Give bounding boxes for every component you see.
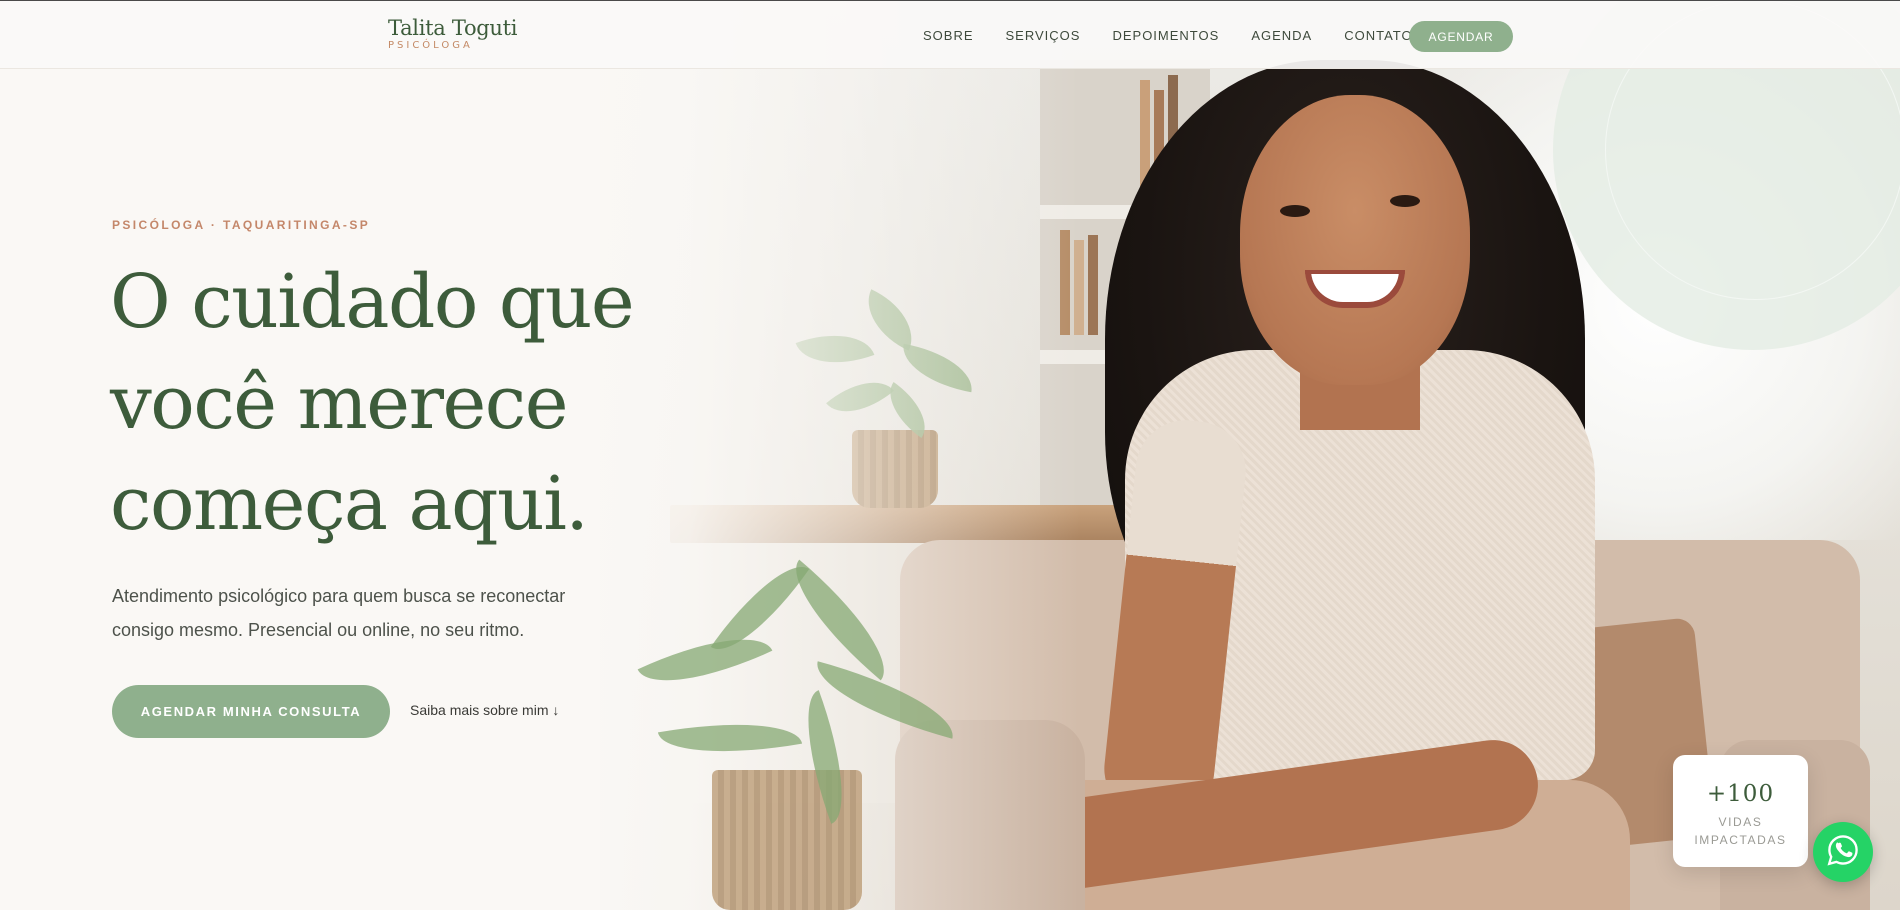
- brand-name: Talita Toguti: [388, 16, 518, 40]
- navbar: Talita Toguti PSICÓLOGA SOBRE SERVIÇOS D…: [0, 0, 1900, 69]
- brand-logo[interactable]: Talita Toguti PSICÓLOGA: [388, 16, 518, 51]
- stat-number: +100: [1706, 781, 1775, 807]
- saiba-mais-link[interactable]: Saiba mais sobre mim ↓: [410, 702, 559, 718]
- whatsapp-icon: [1826, 833, 1860, 871]
- headline-line-2: você merece: [110, 360, 568, 446]
- stat-card: +100 VIDAS IMPACTADAS: [1673, 755, 1808, 867]
- nav-link-agenda[interactable]: AGENDA: [1251, 28, 1312, 43]
- agendar-consulta-button[interactable]: AGENDAR MINHA CONSULTA: [112, 685, 390, 738]
- headline-line-1: O cuidado que: [110, 259, 635, 345]
- nav-link-sobre[interactable]: SOBRE: [923, 28, 974, 43]
- headline-line-3: começa aqui.: [110, 461, 589, 547]
- hero-eyebrow: PSICÓLOGA · TAQUARITINGA-SP: [112, 218, 371, 232]
- brand-role: PSICÓLOGA: [388, 40, 473, 51]
- nav-link-depoimentos[interactable]: DEPOIMENTOS: [1112, 28, 1219, 43]
- stat-label: VIDAS IMPACTADAS: [1694, 815, 1787, 847]
- nav-agendar-button[interactable]: AGENDAR: [1409, 21, 1513, 52]
- nav-link-servicos[interactable]: SERVIÇOS: [1006, 28, 1081, 43]
- hero-headline: O cuidado que você merece começa aqui.: [110, 252, 710, 555]
- nav-link-contato[interactable]: CONTATO: [1344, 28, 1412, 43]
- nav-links: SOBRE SERVIÇOS DEPOIMENTOS AGENDA CONTAT…: [923, 28, 1445, 43]
- whatsapp-button[interactable]: [1813, 822, 1873, 882]
- hero-subtext: Atendimento psicológico para quem busca …: [112, 586, 566, 640]
